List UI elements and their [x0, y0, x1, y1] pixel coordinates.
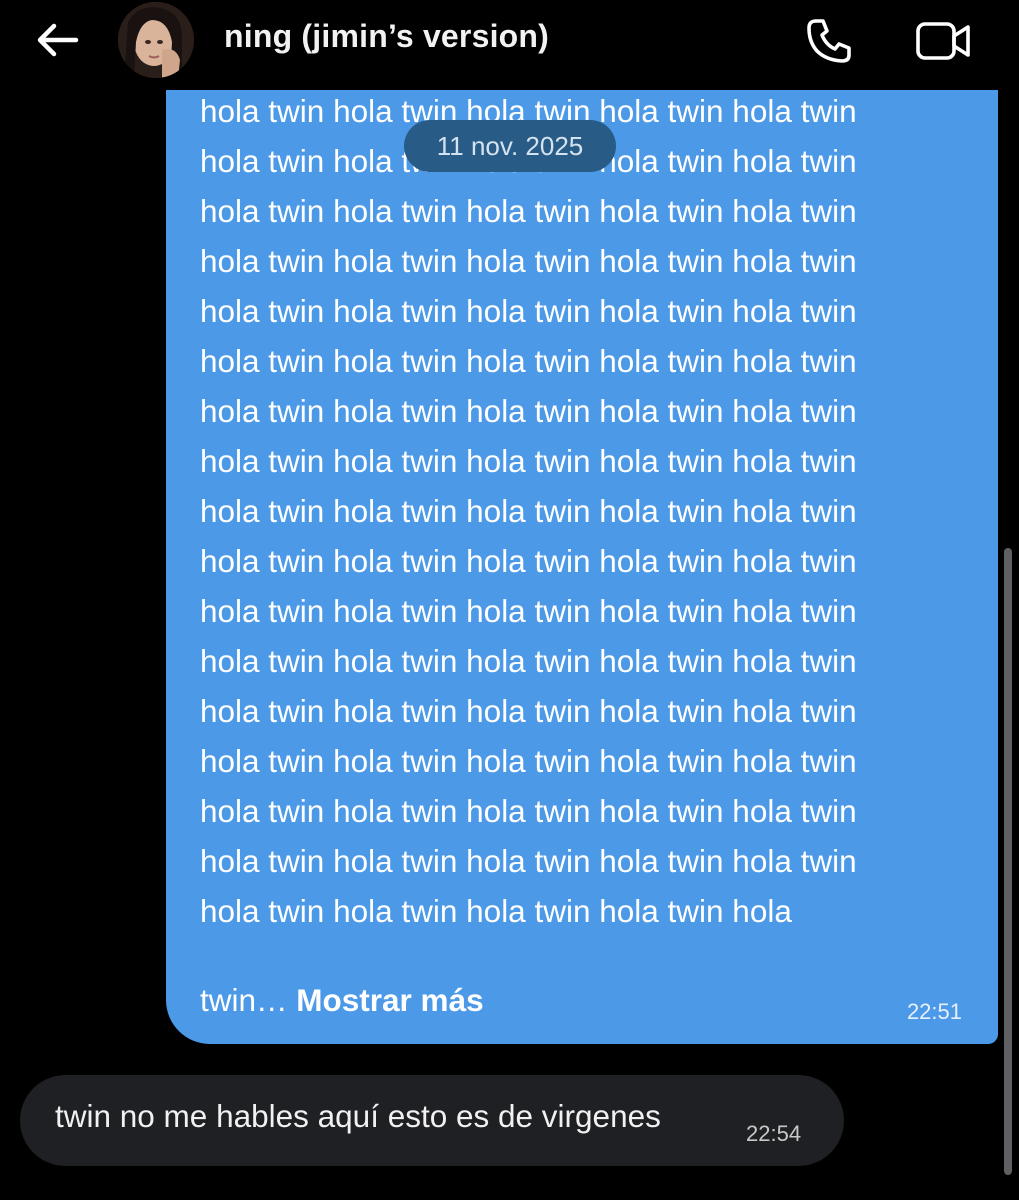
truncated-text: twin…	[200, 982, 297, 1018]
back-arrow-icon	[37, 23, 79, 57]
sent-message-line: hola twin hola twin hola twin hola twin …	[200, 243, 857, 279]
avatar[interactable]	[118, 2, 194, 78]
sent-message-text: hola twin hola twin hola twin hola twin …	[200, 40, 970, 936]
show-more-link[interactable]: Mostrar más	[296, 982, 483, 1018]
scrollbar-thumb[interactable]	[1004, 548, 1012, 1175]
sent-message-tail: twin… Mostrar más	[200, 975, 484, 1025]
sent-message-line: hola twin hola twin hola twin hola twin …	[200, 693, 857, 729]
sent-message-line: hola twin hola twin hola twin hola twin …	[200, 393, 857, 429]
contact-name[interactable]: ning (jimin’s version)	[224, 18, 549, 55]
date-separator: 11 nov. 2025	[404, 120, 616, 172]
received-message-time: 22:54	[746, 1121, 802, 1146]
back-button[interactable]	[30, 16, 82, 64]
sent-message-line: hola twin hola twin hola twin hola twin …	[200, 643, 857, 679]
received-message-bubble[interactable]: twin no me hables aquí esto es de virgen…	[20, 1075, 844, 1166]
video-camera-icon	[916, 22, 970, 60]
sent-message-bubble[interactable]: hola twin hola twin hola twin hola twin …	[166, 40, 998, 1044]
sent-message-line: hola twin hola twin hola twin hola twin …	[200, 343, 857, 379]
sent-message-line: hola twin hola twin hola twin hola twin …	[200, 293, 857, 329]
received-message-text: twin no me hables aquí esto es de virgen…	[55, 1098, 661, 1134]
avatar-photo	[118, 2, 194, 78]
sent-message-line: hola twin hola twin hola twin hola twin …	[200, 593, 857, 629]
video-call-button[interactable]	[914, 18, 972, 64]
sent-message-line: hola twin hola twin hola twin hola twin …	[200, 443, 857, 479]
sent-message-line: hola twin hola twin hola twin hola twin …	[200, 193, 857, 229]
sent-message-line: hola twin hola twin hola twin hola twin …	[200, 843, 857, 879]
call-button[interactable]	[804, 16, 854, 66]
chat-header: ning (jimin’s version)	[0, 0, 1019, 90]
sent-message-line: hola twin hola twin hola twin hola twin …	[200, 543, 857, 579]
sent-message-line: hola twin hola twin hola twin hola twin …	[200, 493, 857, 529]
sent-message-line: hola twin hola twin hola twin hola twin …	[200, 743, 857, 779]
sent-message-line: hola twin hola twin hola twin hola twin …	[200, 893, 792, 929]
sent-message-line: hola twin hola twin hola twin hola twin …	[200, 793, 857, 829]
phone-icon	[807, 19, 851, 63]
sent-message-time: 22:51	[906, 999, 962, 1024]
